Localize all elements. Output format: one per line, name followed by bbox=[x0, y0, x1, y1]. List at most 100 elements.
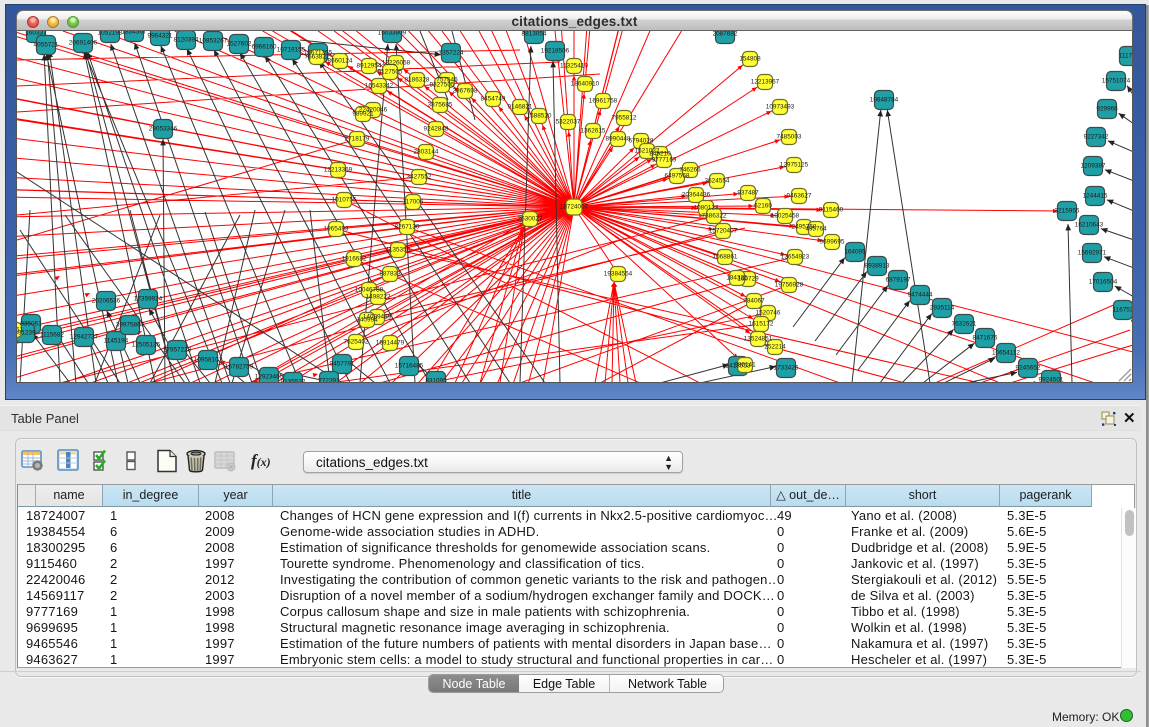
svg-text:3427552: 3427552 bbox=[407, 174, 432, 181]
svg-text:9964321: 9964321 bbox=[148, 33, 173, 40]
svg-text:9777169: 9777169 bbox=[652, 157, 677, 164]
svg-text:1362615: 1362615 bbox=[581, 128, 606, 135]
svg-text:7625402: 7625402 bbox=[344, 339, 369, 346]
svg-text:1135359: 1135359 bbox=[386, 247, 411, 254]
svg-text:8990448: 8990448 bbox=[606, 136, 631, 143]
svg-text:17359924: 17359924 bbox=[134, 296, 163, 303]
svg-text:1145194: 1145194 bbox=[104, 338, 129, 345]
svg-text:13524851: 13524851 bbox=[744, 336, 773, 343]
svg-text:9242848: 9242848 bbox=[424, 126, 449, 133]
svg-text:7663822: 7663822 bbox=[305, 54, 330, 61]
svg-text:835061: 835061 bbox=[20, 321, 42, 328]
svg-text:9699695: 9699695 bbox=[820, 239, 845, 246]
svg-text:10648784: 10648784 bbox=[870, 97, 899, 104]
svg-text:252214: 252214 bbox=[764, 344, 786, 351]
svg-text:18724007: 18724007 bbox=[560, 204, 589, 211]
svg-text:3624554: 3624554 bbox=[705, 178, 730, 185]
svg-text:7632621: 7632621 bbox=[952, 321, 977, 328]
svg-text:8813054: 8813054 bbox=[522, 31, 547, 38]
svg-text:986141: 986141 bbox=[734, 362, 756, 369]
svg-text:2867608: 2867608 bbox=[453, 88, 478, 95]
svg-text:19218506: 19218506 bbox=[541, 48, 570, 55]
svg-text:20364436: 20364436 bbox=[682, 192, 711, 199]
svg-text:9245652: 9245652 bbox=[1016, 365, 1041, 372]
svg-text:1052193: 1052193 bbox=[98, 31, 123, 37]
svg-text:12942737: 12942737 bbox=[70, 334, 99, 341]
svg-text:1916682: 1916682 bbox=[342, 256, 367, 263]
svg-text:16961758: 16961758 bbox=[589, 98, 618, 105]
svg-text:8660124: 8660124 bbox=[328, 58, 353, 65]
svg-text:8471676: 8471676 bbox=[973, 335, 998, 342]
svg-text:15692971: 15692971 bbox=[1078, 250, 1107, 257]
svg-text:16033809: 16033809 bbox=[378, 31, 407, 37]
svg-text:10025458: 10025458 bbox=[771, 213, 800, 220]
svg-text:117006: 117006 bbox=[403, 199, 424, 206]
svg-text:70061: 70061 bbox=[17, 327, 23, 334]
svg-text:16914479: 16914479 bbox=[376, 340, 405, 347]
svg-text:17016504: 17016504 bbox=[1089, 279, 1118, 286]
svg-text:16782759: 16782759 bbox=[225, 364, 254, 371]
svg-text:12923465: 12923465 bbox=[255, 374, 284, 381]
svg-text:20691406: 20691406 bbox=[69, 40, 98, 47]
svg-text:7485003: 7485003 bbox=[777, 134, 802, 141]
svg-text:1588520: 1588520 bbox=[527, 113, 552, 120]
svg-text:495764: 495764 bbox=[805, 226, 827, 233]
svg-text:9327505: 9327505 bbox=[430, 82, 455, 89]
svg-text:164095: 164095 bbox=[844, 249, 866, 256]
svg-text:17957223: 17957223 bbox=[163, 347, 192, 354]
svg-text:1498222: 1498222 bbox=[366, 294, 391, 301]
svg-text:1733426: 1733426 bbox=[774, 365, 799, 372]
svg-text:62160: 62160 bbox=[754, 203, 772, 210]
svg-text:29053346: 29053346 bbox=[149, 126, 178, 133]
svg-text:10853267: 10853267 bbox=[199, 38, 228, 45]
svg-text:160337: 160337 bbox=[25, 31, 47, 37]
svg-text:2718179: 2718179 bbox=[345, 136, 370, 143]
svg-text:116753: 116753 bbox=[1113, 307, 1133, 314]
svg-text:1115682: 1115682 bbox=[40, 332, 64, 339]
svg-text:12226058: 12226058 bbox=[382, 60, 411, 67]
svg-text:1209387: 1209387 bbox=[1081, 163, 1106, 170]
svg-text:2530027: 2530027 bbox=[518, 216, 543, 223]
svg-text:15716485: 15716485 bbox=[395, 363, 424, 370]
svg-text:8120394: 8120394 bbox=[174, 37, 199, 44]
svg-text:16210643: 16210643 bbox=[1075, 222, 1104, 229]
svg-text:887833: 887833 bbox=[379, 271, 401, 278]
svg-text:1068861: 1068861 bbox=[713, 254, 738, 261]
svg-text:15720407: 15720407 bbox=[709, 228, 738, 235]
svg-text:2935114: 2935114 bbox=[930, 305, 955, 312]
svg-text:8938913: 8938913 bbox=[865, 263, 890, 270]
svg-text:9474444: 9474444 bbox=[908, 292, 933, 299]
svg-text:9924501: 9924501 bbox=[1039, 377, 1064, 384]
svg-text:10973493: 10973493 bbox=[766, 104, 795, 111]
svg-text:39975867: 39975867 bbox=[116, 322, 145, 329]
svg-text:9135522: 9135522 bbox=[281, 379, 306, 384]
svg-text:4055721: 4055721 bbox=[34, 42, 59, 49]
svg-text:13654923: 13654923 bbox=[781, 254, 810, 261]
svg-text:7357224: 7357224 bbox=[439, 50, 464, 57]
svg-text:9115460: 9115460 bbox=[819, 207, 844, 214]
svg-text:16543342: 16543342 bbox=[365, 83, 394, 90]
svg-text:11325419: 11325419 bbox=[560, 63, 588, 70]
svg-text:1080123: 1080123 bbox=[694, 205, 719, 212]
svg-text:8454749: 8454749 bbox=[481, 96, 506, 103]
svg-text:12505135: 12505135 bbox=[132, 342, 161, 349]
svg-text:3215955: 3215955 bbox=[1055, 208, 1080, 215]
svg-text:1834567: 1834567 bbox=[122, 31, 147, 36]
svg-text:8186328: 8186328 bbox=[405, 77, 430, 84]
svg-text:10958107: 10958107 bbox=[194, 357, 223, 364]
svg-text:18640910: 18640910 bbox=[571, 81, 600, 88]
svg-text:8267130: 8267130 bbox=[395, 224, 420, 231]
svg-text:1527602: 1527602 bbox=[227, 41, 252, 48]
svg-text:1965493: 1965493 bbox=[324, 226, 349, 233]
svg-text:20206536: 20206536 bbox=[92, 298, 121, 305]
svg-text:6497568: 6497568 bbox=[665, 173, 690, 180]
svg-text:3875685: 3875685 bbox=[428, 102, 453, 109]
svg-text:12975125: 12975125 bbox=[780, 162, 809, 169]
svg-text:19384554: 19384554 bbox=[604, 271, 633, 278]
svg-text:9127505: 9127505 bbox=[378, 69, 403, 76]
svg-text:9146821: 9146821 bbox=[508, 104, 533, 111]
svg-text:1615172: 1615172 bbox=[749, 321, 774, 328]
svg-text:831095: 831095 bbox=[425, 378, 447, 384]
svg-text:5322037: 5322037 bbox=[556, 119, 581, 126]
svg-text:1244415: 1244415 bbox=[1083, 193, 1108, 200]
